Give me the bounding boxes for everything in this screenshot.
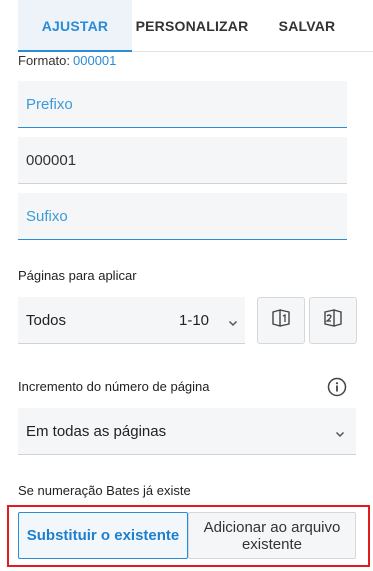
format-label: Formato: — [18, 53, 71, 68]
odd-pages-button[interactable] — [257, 297, 305, 344]
start-number-input[interactable] — [18, 137, 347, 184]
pages-range: 1-10 — [179, 311, 210, 329]
pages-label: Páginas para aplicar — [18, 268, 137, 283]
tab-bar: AJUSTAR PERSONALIZAR SALVAR — [18, 0, 373, 52]
suffix-input[interactable] — [18, 193, 347, 240]
pages-select[interactable]: Todos 1-10 — [18, 297, 245, 344]
pages-selected: Todos — [26, 311, 67, 329]
add-to-existing-button[interactable]: Adicionar ao arquivo existente — [188, 512, 356, 559]
increment-selected: Em todas as páginas — [26, 422, 167, 440]
even-pages-icon — [323, 308, 343, 333]
bates-settings-panel: AJUSTAR PERSONALIZAR SALVAR Formato: 0000… — [0, 0, 373, 571]
even-pages-button[interactable] — [309, 297, 357, 344]
tab-salvar[interactable]: SALVAR — [252, 0, 362, 51]
tab-ajustar[interactable]: AJUSTAR — [18, 0, 132, 52]
bates-label: Se numeração Bates já existe — [18, 483, 191, 498]
tab-personalizar[interactable]: PERSONALIZAR — [132, 0, 252, 51]
prefix-input[interactable] — [18, 81, 347, 128]
chevron-down-icon — [335, 426, 345, 438]
format-row: Formato: 000001 — [18, 53, 116, 68]
format-value: 000001 — [73, 53, 117, 68]
odd-pages-icon — [271, 308, 291, 333]
increment-label: Incremento do número de página — [18, 379, 210, 394]
info-icon[interactable] — [326, 376, 348, 398]
chevron-down-icon — [228, 315, 238, 327]
increment-select[interactable]: Em todas as páginas — [18, 408, 356, 455]
replace-existing-button[interactable]: Substituir o existente — [18, 512, 188, 559]
